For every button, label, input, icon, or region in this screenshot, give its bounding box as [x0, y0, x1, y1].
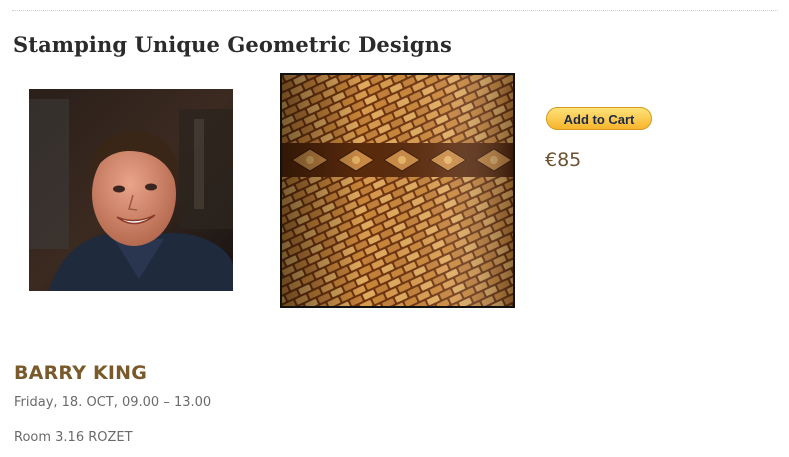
basketweave-pattern-svg	[282, 75, 513, 306]
workshop-page: Stamping Unique Geometric Designs Add to…	[0, 0, 789, 457]
workshop-title: Stamping Unique Geometric Designs	[13, 32, 452, 57]
add-to-cart-button[interactable]: Add to Cart	[546, 107, 652, 130]
instructor-name: BARRY KING	[14, 362, 148, 384]
session-datetime: Friday, 18. OCT, 09.00 – 13.00	[14, 395, 212, 410]
instructor-portrait-svg	[29, 89, 233, 291]
instructor-photo	[29, 89, 233, 291]
session-room: Room 3.16 ROZET	[14, 430, 133, 445]
craft-photo	[280, 73, 515, 308]
price-label: €85	[545, 149, 582, 171]
top-divider	[12, 10, 778, 11]
